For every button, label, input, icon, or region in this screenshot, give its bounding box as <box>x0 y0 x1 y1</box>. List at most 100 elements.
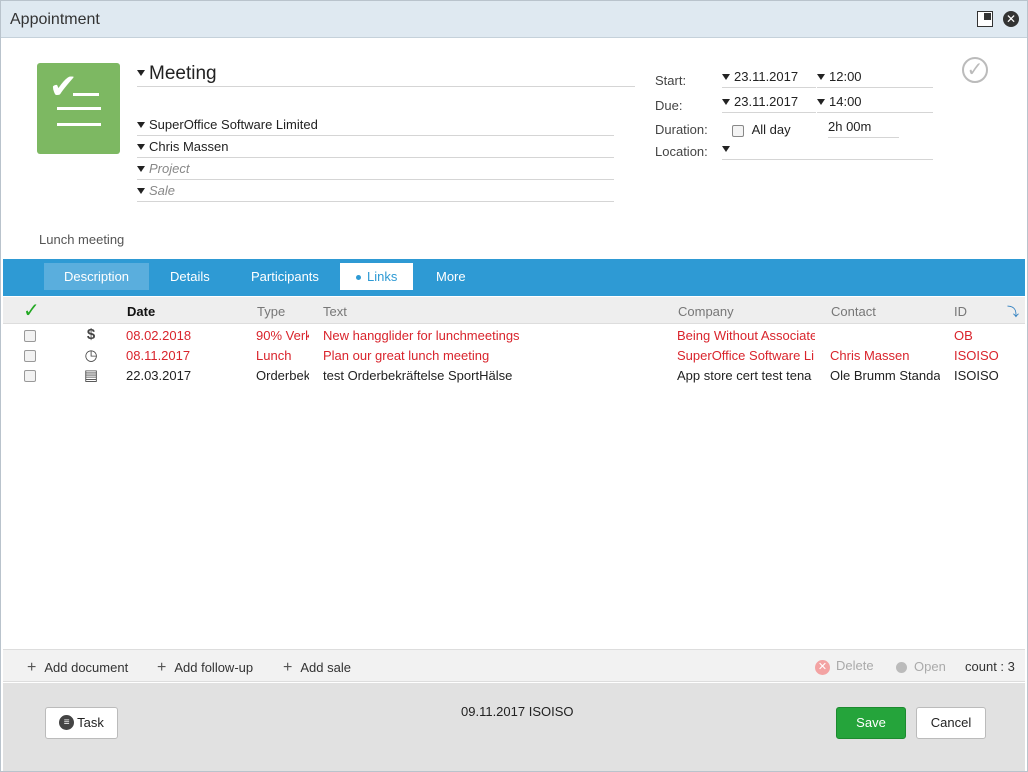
sale-placeholder: Sale <box>149 183 176 198</box>
contact-value: Chris Massen <box>149 139 229 154</box>
dialog-footer: ≡ Task 09.11.2017 ISOISO Save Cancel <box>3 683 1025 771</box>
cell-company: App store cert test tena <box>677 368 812 383</box>
start-time-field[interactable]: 12:00 <box>817 69 933 88</box>
cell-type: Orderbek <box>256 368 309 383</box>
cell-id: ISOISO <box>954 348 999 363</box>
maximize-icon[interactable] <box>977 11 993 27</box>
title-field[interactable]: Meeting <box>137 63 635 87</box>
dropdown-caret-icon[interactable] <box>722 145 730 152</box>
cell-date: 22.03.2017 <box>126 368 192 383</box>
start-date-value: 23.11.2017 <box>734 69 799 84</box>
allday-option[interactable]: All day <box>732 122 791 137</box>
dropdown-caret-icon[interactable] <box>817 98 825 105</box>
cell-type: Lunch <box>256 348 292 363</box>
due-date-value: 23.11.2017 <box>734 94 799 109</box>
due-time-field[interactable]: 14:00 <box>817 94 933 113</box>
add-followup-label: Add follow-up <box>174 660 254 675</box>
sale-field[interactable]: Sale <box>137 183 614 202</box>
tab-bar: Description Details Participants Links M… <box>3 259 1025 296</box>
tab-more[interactable]: More <box>416 263 486 290</box>
column-contact[interactable]: Contact <box>831 304 876 319</box>
dropdown-caret-icon[interactable] <box>137 69 145 76</box>
delete-icon: ✕ <box>815 660 830 675</box>
row-checkbox[interactable] <box>24 370 36 382</box>
cell-contact: Chris Massen <box>830 348 910 363</box>
project-placeholder: Project <box>149 161 190 176</box>
dropdown-caret-icon[interactable] <box>137 121 145 128</box>
project-field[interactable]: Project <box>137 161 614 180</box>
updated-info: 09.11.2017 ISOISO <box>461 704 574 719</box>
select-all-check-icon[interactable]: ✓ <box>23 298 40 323</box>
table-row[interactable]: ◷ 08.11.2017 Lunch Plan our great lunch … <box>3 345 1025 365</box>
plus-icon: + <box>283 659 293 676</box>
cell-id: OB <box>954 328 973 343</box>
appointment-type-icon: ✔ <box>37 63 120 154</box>
due-label: Due: <box>655 98 683 113</box>
add-document-button[interactable]: + Add document <box>27 659 128 677</box>
due-date-field[interactable]: 23.11.2017 <box>722 94 816 113</box>
appointment-dialog: Appointment ✕ ✔ Meeting SuperOffice Soft… <box>0 0 1028 772</box>
delete-button[interactable]: ✕ Delete <box>815 658 874 675</box>
close-icon[interactable]: ✕ <box>1003 11 1019 27</box>
dropdown-caret-icon[interactable] <box>722 98 730 105</box>
task-label: Task <box>77 715 104 730</box>
cell-date: 08.11.2017 <box>126 348 191 363</box>
description-text: Lunch meeting <box>39 232 125 247</box>
start-label: Start: <box>655 73 687 88</box>
duration-field[interactable]: 2h 00m <box>828 119 899 138</box>
dropdown-caret-icon[interactable] <box>137 143 145 150</box>
tab-links[interactable]: Links <box>340 263 414 290</box>
table-header: ✓ Date Type Text Company Contact ID ⤵ <box>3 297 1025 324</box>
add-document-label: Add document <box>44 660 129 675</box>
cancel-button[interactable]: Cancel <box>916 707 986 739</box>
column-text[interactable]: Text <box>323 304 347 319</box>
cell-text: Plan our great lunch meeting <box>323 348 490 363</box>
company-value: SuperOffice Software Limited <box>149 117 318 132</box>
dropdown-caret-icon[interactable] <box>137 187 145 194</box>
tab-details[interactable]: Details <box>150 263 230 290</box>
column-settings-icon[interactable]: ⤵ <box>1007 303 1019 320</box>
cell-contact: Ole Brumm Standa <box>830 368 940 383</box>
column-type[interactable]: Type <box>257 304 285 319</box>
cell-text: New hangglider for lunchmeetings <box>323 328 520 343</box>
allday-checkbox[interactable] <box>732 124 744 137</box>
completed-check-icon[interactable]: ✓ <box>962 57 988 83</box>
dropdown-caret-icon[interactable] <box>722 73 730 80</box>
start-time-value: 12:00 <box>829 69 862 84</box>
appointment-title: Meeting <box>149 63 217 84</box>
row-checkbox[interactable] <box>24 350 36 362</box>
clock-icon: ◷ <box>84 347 98 364</box>
duration-value: 2h 00m <box>828 119 872 134</box>
location-field[interactable] <box>722 141 933 160</box>
add-followup-button[interactable]: + Add follow-up <box>157 659 253 677</box>
add-sale-label: Add sale <box>300 660 351 675</box>
column-id[interactable]: ID <box>954 304 967 319</box>
column-company[interactable]: Company <box>678 304 734 319</box>
company-field[interactable]: SuperOffice Software Limited <box>137 117 614 136</box>
tab-description[interactable]: Description <box>44 263 150 290</box>
document-icon: ▤ <box>83 367 99 384</box>
table-row[interactable]: ▤ 22.03.2017 Orderbek test Orderbekräfte… <box>3 365 1025 385</box>
plus-icon: + <box>157 659 167 676</box>
task-button[interactable]: ≡ Task <box>45 707 118 739</box>
menu-icon: ≡ <box>59 715 75 731</box>
dropdown-caret-icon[interactable] <box>137 165 145 172</box>
delete-label: Delete <box>836 658 874 673</box>
dollar-icon: $ <box>86 326 96 343</box>
tab-links-label: Links <box>367 269 398 284</box>
checkmark-icon: ✔ <box>49 68 78 106</box>
cell-company: Being Without Associate <box>677 328 815 343</box>
contact-field[interactable]: Chris Massen <box>137 139 614 158</box>
link-actions-bar: + Add document + Add follow-up + Add sale ✕… <box>3 649 1025 682</box>
count-label: count : 3 <box>965 659 1015 674</box>
save-button[interactable]: Save <box>836 707 906 739</box>
row-checkbox[interactable] <box>24 330 36 342</box>
add-sale-button[interactable]: + Add sale <box>283 659 351 677</box>
start-date-field[interactable]: 23.11.2017 <box>722 69 816 88</box>
tab-participants[interactable]: Participants <box>231 263 339 290</box>
open-button[interactable]: Open <box>896 659 946 674</box>
table-row[interactable]: $ 08.02.2018 90% Verk New hangglider for… <box>3 325 1025 345</box>
column-date[interactable]: Date <box>127 304 155 319</box>
cell-company: SuperOffice Software Li <box>677 348 815 363</box>
dropdown-caret-icon[interactable] <box>817 73 825 80</box>
